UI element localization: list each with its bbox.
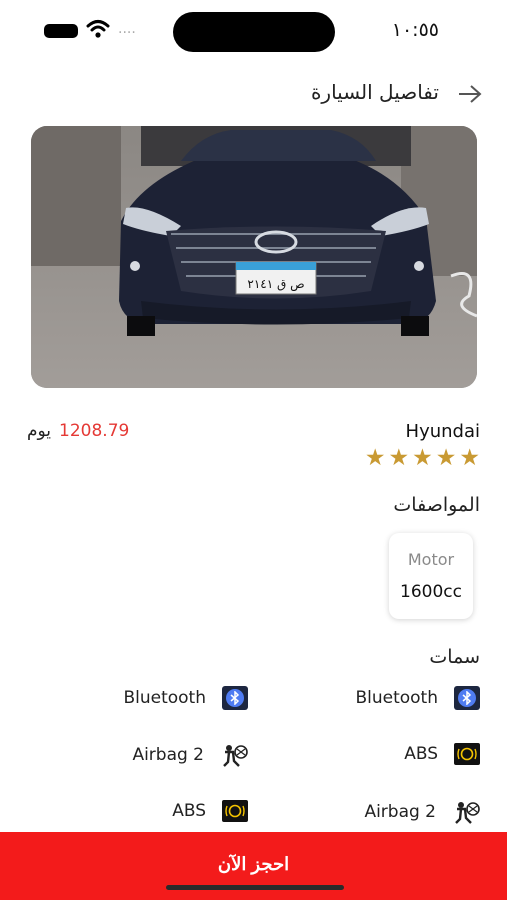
dynamic-island (173, 12, 335, 52)
star-icon: ★ (364, 445, 386, 471)
battery-icon (44, 24, 78, 38)
price: 1208.79 يوم (27, 421, 129, 441)
feature-item: Bluetooth (123, 686, 248, 710)
star-rating: ★ ★ ★ ★ ★ (365, 446, 480, 470)
price-unit: يوم (27, 421, 52, 441)
status-time: ١٠:٥٥ (391, 19, 439, 41)
bluetooth-icon (222, 686, 248, 710)
status-bar: .... ١٠:٥٥ (0, 0, 507, 64)
cellular-signal-icon: .... (118, 21, 136, 37)
bluetooth-icon (454, 686, 480, 710)
book-now-label: احجز الآن (217, 854, 290, 874)
feature-label: ABS (404, 744, 438, 764)
star-icon: ★ (388, 445, 410, 471)
spec-card-motor: Motor 1600cc (389, 533, 473, 619)
feature-item: Airbag 2 (364, 800, 480, 824)
star-icon: ★ (435, 445, 457, 471)
feature-label: ABS (172, 801, 206, 821)
feature-label: Bluetooth (355, 688, 438, 708)
wifi-icon (86, 20, 110, 38)
page-header: تفاصيل السيارة (0, 76, 507, 112)
star-icon: ★ (459, 445, 480, 471)
airbag-icon (452, 800, 480, 824)
feature-item: Airbag 2 (132, 743, 248, 767)
spec-value: 1600cc (400, 582, 462, 602)
airbag-icon (220, 743, 248, 767)
feature-label: Bluetooth (123, 688, 206, 708)
features-title: سمات (429, 646, 480, 668)
svg-text:ص ق ٢١٤١: ص ق ٢١٤١ (247, 277, 304, 292)
page-title: تفاصيل السيارة (310, 80, 439, 104)
abs-icon (222, 800, 248, 822)
feature-item: ABS (404, 743, 480, 765)
specs-title: المواصفات (393, 494, 480, 516)
feature-label: Airbag 2 (364, 802, 436, 822)
hyundai-car-photo: ص ق ٢١٤١ (31, 126, 477, 388)
price-amount: 1208.79 (59, 421, 130, 441)
star-icon: ★ (412, 445, 433, 471)
arrow-right-icon[interactable] (457, 84, 483, 104)
home-indicator (166, 885, 344, 890)
spec-label: Motor (407, 550, 455, 569)
abs-icon (454, 743, 480, 765)
feature-item: ABS (172, 800, 248, 822)
feature-label: Airbag 2 (132, 745, 204, 765)
car-name: Hyundai (405, 421, 480, 442)
feature-item: Bluetooth (355, 686, 480, 710)
